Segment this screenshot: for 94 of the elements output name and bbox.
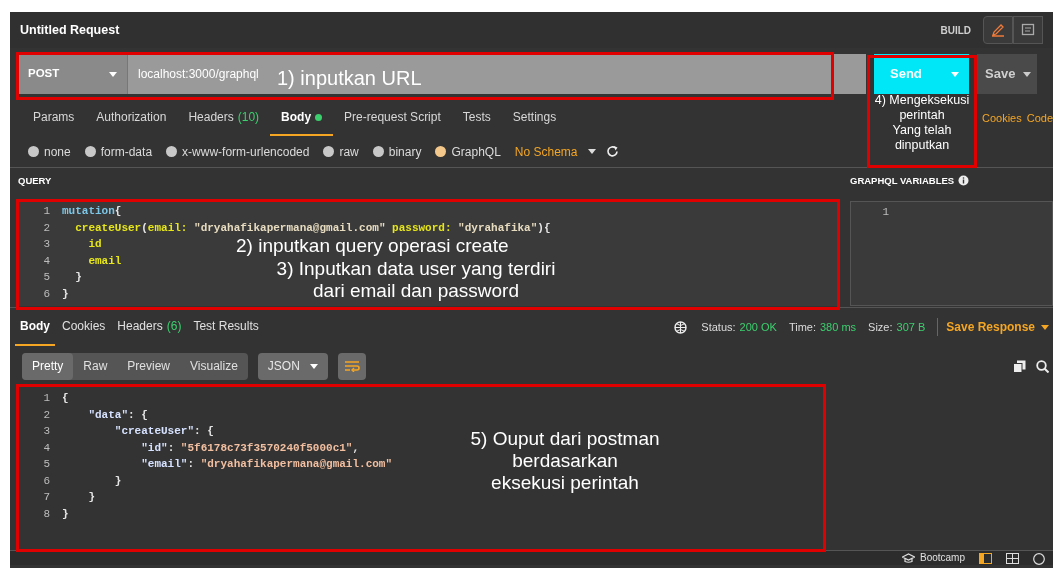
code-line: } [113,473,122,489]
request-tab[interactable]: Params [22,100,86,136]
line-number: 6 [42,286,51,302]
annotation-text: 3) Inputkan data user yang terdiri dari email dan password [275,258,557,302]
line-number: 3 [42,424,51,439]
code-line: "email": "dryahafikapermana@gmail.com" [140,457,393,472]
code-line: "id": "5f6178c73f3570240f5000c1", [140,440,360,456]
save-button[interactable]: Save [977,54,1037,94]
radio-option[interactable]: binary [372,142,422,161]
line-number: 2 [42,220,51,236]
status-value: 307 B [896,319,926,335]
code-line: createUser(email: "dryahafikapermana@gmail.com" password: "dyrahafika"){ [74,220,551,236]
link[interactable]: Cookies [981,109,1022,127]
annotation-text: 2) inputkan query operasi create [236,235,510,257]
copy-icon [1013,359,1026,373]
response-tab[interactable]: Body [15,308,55,346]
request-tab[interactable]: Settings [501,100,568,136]
code-line: } [87,490,95,505]
annotation-text: 4) Mengeksekusi perintah Yang telah dinputkan [873,93,971,153]
format-dropdown[interactable]: JSON [257,352,328,380]
grid-layout-icon [1006,553,1019,564]
view-mode-tab[interactable]: Preview [117,352,181,380]
line-number: 5 [42,270,51,285]
radio-option[interactable]: form-data [84,142,153,161]
radio-option[interactable]: GraphQL [435,142,501,161]
caret-icon [109,71,117,77]
line-number: 4 [42,440,51,456]
request-tab[interactable]: Pre-request Script [333,100,452,136]
line-number: 4 [42,253,51,269]
globe-icon [674,320,688,334]
link[interactable]: Code [1026,109,1053,127]
status-value: 200 OK [739,319,777,335]
code-line: "createUser": { [113,424,214,439]
response-tab[interactable]: Headers (6) [112,308,187,346]
annotation-text: 5) Ouput dari postman berdasarkan eksekusi perintah [469,428,661,494]
line-number: 3 [42,237,51,252]
section-label: GRAPHQL VARIABLES [850,173,955,188]
caret-icon [309,363,318,369]
request-tab[interactable]: Body [270,100,334,136]
radio-option[interactable]: none [28,142,71,161]
line-number: 2 [42,407,51,423]
comments-button[interactable] [1013,16,1043,44]
line-number: 1 [42,391,51,406]
help-icon [1033,553,1045,565]
status-value: 380 ms [820,319,857,335]
save-response-button[interactable]: Save Response [937,318,1049,336]
line-number: 8 [42,506,51,522]
bootcamp-button[interactable]: Bootcamp [901,551,965,564]
caret-icon [1041,324,1049,330]
search-icon [1036,359,1049,373]
annotation-text: 1) inputkan URL [277,66,423,91]
sidebar-layout-icon [979,553,992,564]
caret-icon [1023,71,1031,77]
status-label: Size: [868,319,893,335]
edit-button[interactable] [983,16,1013,44]
refresh-icon [605,145,619,158]
caret-icon [951,71,959,77]
pencil-icon [991,23,1005,37]
code-line: id [87,237,102,252]
radio-option[interactable]: raw [323,142,359,161]
code-line: } [62,506,69,522]
line-number: 5 [42,457,51,472]
line-number: 1 [42,204,51,219]
variables-editor[interactable]: 1 [850,201,1053,306]
code-line: "data": { [87,407,148,423]
line-number: 1 [881,205,889,220]
request-tab[interactable]: Tests [451,100,502,136]
status-label: Status: [701,319,736,335]
request-title: Untitled Request [20,21,120,39]
line-number: 7 [42,490,51,505]
caret-icon [587,149,596,154]
wrap-button[interactable] [337,352,366,380]
code-line: { [62,391,69,406]
radio-option[interactable]: x-www-form-urlencoded [166,142,310,161]
response-tab[interactable]: Test Results [188,308,264,346]
schema-dropdown[interactable]: No Schema [514,142,596,161]
view-mode-tab[interactable]: Pretty [22,352,74,380]
code-line: } [74,270,82,285]
info-icon [958,174,970,186]
section-label: QUERY [17,173,53,188]
response-tab[interactable]: Cookies [57,308,111,346]
code-line: email [87,253,122,269]
graduation-cap-icon [901,552,915,563]
wrap-lines-icon [343,360,360,372]
view-mode-tab[interactable]: Visualize [180,352,248,380]
code-line: mutation{ [62,204,122,219]
mode-label: BUILD [940,23,971,38]
comment-icon [1021,23,1035,37]
status-label: Time: [788,319,816,335]
request-tab[interactable]: Authorization [85,100,178,136]
code-line: } [62,286,69,302]
view-mode-tab[interactable]: Raw [73,352,118,380]
request-tab[interactable]: Headers (10) [177,100,271,136]
line-number: 6 [42,473,51,489]
